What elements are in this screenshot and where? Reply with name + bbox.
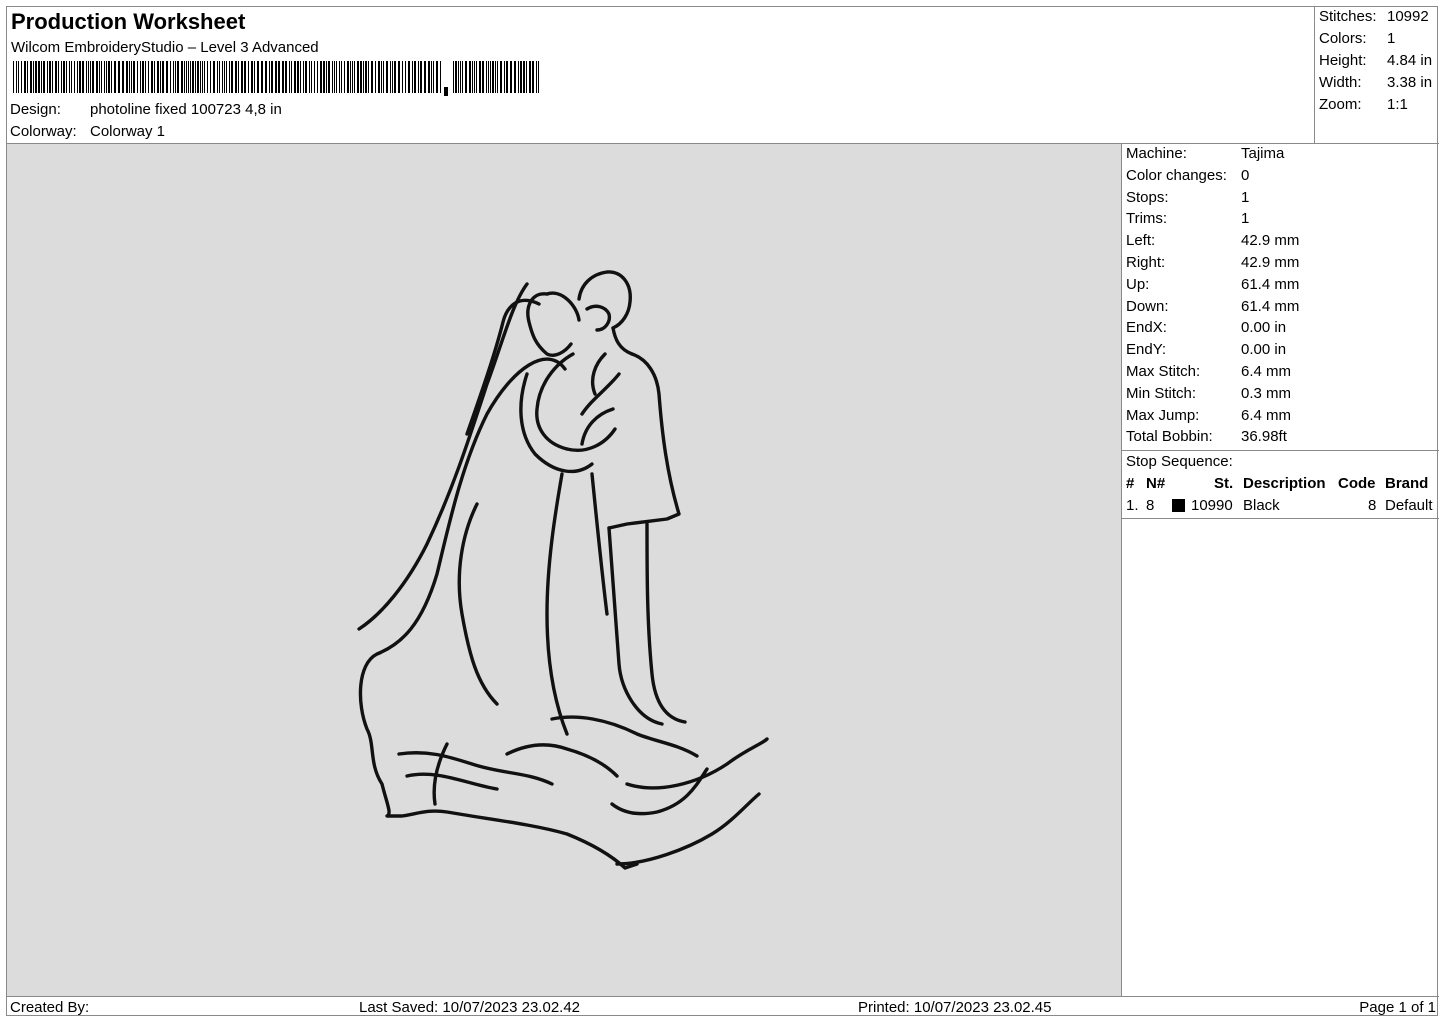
machine-info-row: Left: 42.9 mm (1126, 232, 1299, 249)
col-description: Description (1243, 475, 1326, 492)
col-needle: N# (1146, 475, 1166, 492)
info-label: Right: (1126, 254, 1166, 271)
stat-stitches: Stitches: 10992 (1319, 8, 1429, 25)
stat-height: Height: 4.84 in (1319, 52, 1432, 69)
stat-width: Width: 3.38 in (1319, 74, 1432, 91)
machine-info-row: Stops: 1 (1126, 189, 1249, 206)
info-label: Stops: (1126, 188, 1169, 206)
stat-label: Stitches: (1319, 8, 1377, 25)
divider (1122, 450, 1439, 451)
stat-label: Height: (1319, 52, 1367, 69)
info-value: 6.4 mm (1241, 406, 1292, 424)
stat-value: 4.84 in (1387, 52, 1433, 69)
page-number: Page 1 of 1 (1359, 999, 1436, 1016)
colorway-row: Colorway: Colorway 1 (10, 123, 165, 140)
machine-info-row: EndY: 0.00 in (1126, 341, 1286, 358)
info-value: 61.4 mm (1241, 275, 1300, 293)
stat-value: 3.38 in (1387, 74, 1433, 91)
row-needle: 8 (1146, 497, 1155, 514)
stat-colors: Colors: 1 (1319, 30, 1395, 47)
software-name: Wilcom EmbroideryStudio – Level 3 Advanc… (11, 39, 319, 56)
col-stitches: St. (1214, 475, 1234, 492)
design-row: Design: photoline fixed 100723 4,8 in (10, 101, 282, 118)
info-label: Total Bobbin: (1126, 428, 1213, 446)
stat-value: 1:1 (1387, 96, 1408, 113)
stat-zoom: Zoom: 1:1 (1319, 96, 1408, 113)
design-name: photoline fixed 100723 4,8 in (90, 101, 282, 118)
info-label: Machine: (1126, 145, 1187, 162)
row-brand: Default (1385, 497, 1433, 514)
info-value: 0.3 mm (1241, 384, 1292, 402)
info-value: 1 (1241, 188, 1250, 206)
info-label: Trims: (1126, 210, 1168, 228)
machine-info-panel: Machine: Tajima Color changes: 0 Stops: 1 Trim… (1122, 144, 1439, 996)
info-label: Min Stitch: (1126, 384, 1197, 402)
info-label: Left: (1126, 232, 1156, 250)
info-label: EndY: (1126, 341, 1167, 359)
info-label: Max Jump: (1126, 406, 1200, 424)
info-label: Up: (1126, 275, 1150, 293)
row-stitches: 10990 (1191, 497, 1233, 514)
embroidery-design-wedding-couple (357, 270, 769, 870)
colorway-label: Colorway: (10, 123, 77, 140)
row-num: 1. (1126, 497, 1139, 514)
machine-info-row: Trims: 1 (1126, 210, 1249, 227)
machine-info-row: Min Stitch: 0.3 mm (1126, 385, 1291, 402)
page-title: Production Worksheet (11, 9, 246, 34)
created-by: Created By: (10, 999, 90, 1016)
col-num: # (1126, 475, 1135, 492)
design-label: Design: (10, 101, 61, 118)
stop-sequence-title: Stop Sequence: (1126, 453, 1233, 470)
worksheet-header: Production Worksheet Wilcom EmbroiderySt… (7, 7, 1315, 144)
info-label: Down: (1126, 297, 1169, 315)
machine-info-row: Color changes: 0 (1126, 167, 1249, 184)
stat-label: Width: (1319, 74, 1362, 91)
info-label: EndX: (1126, 319, 1167, 337)
printed-date: Printed: 10/07/2023 23.02.45 (858, 999, 1052, 1016)
info-value: 36.98ft (1241, 428, 1287, 446)
info-label: Color changes: (1126, 166, 1227, 184)
divider (1122, 518, 1439, 519)
thread-color-swatch (1172, 499, 1185, 512)
machine-info-row: Max Jump: 6.4 mm (1126, 407, 1291, 424)
machine-info-row: EndX: 0.00 in (1126, 319, 1286, 336)
stat-value: 1 (1387, 30, 1396, 47)
col-brand: Brand (1385, 475, 1429, 492)
worksheet-footer: Created By: Last Saved: 10/07/2023 23.02… (7, 996, 1439, 1017)
info-value: 42.9 mm (1241, 232, 1300, 250)
machine-info-row: Max Stitch: 6.4 mm (1126, 363, 1291, 380)
row-code: 8 (1368, 497, 1377, 514)
design-stats: Stitches: 10992 Colors: 1 Height: 4.84 in W… (1315, 7, 1439, 144)
stat-value: 10992 (1387, 8, 1429, 25)
barcode (13, 61, 539, 96)
info-value: 6.4 mm (1241, 363, 1292, 380)
machine-info-row: Machine: Tajima (1126, 145, 1284, 162)
machine-info-row: Up: 61.4 mm (1126, 276, 1299, 293)
last-saved: Last Saved: 10/07/2023 23.02.42 (359, 999, 581, 1016)
stat-label: Zoom: (1319, 96, 1362, 113)
machine-info-row: Total Bobbin: 36.98ft (1126, 428, 1287, 445)
info-value: 0.00 in (1241, 319, 1287, 337)
info-value: 1 (1241, 210, 1250, 228)
row-description: Black (1243, 497, 1280, 514)
production-worksheet: Production Worksheet Wilcom EmbroiderySt… (6, 6, 1439, 1017)
info-value: 0 (1241, 166, 1250, 184)
machine-info-row: Right: 42.9 mm (1126, 254, 1299, 271)
info-label: Max Stitch: (1126, 363, 1201, 380)
colorway-name: Colorway 1 (90, 123, 166, 140)
design-preview (7, 144, 1122, 996)
machine-info-row: Down: 61.4 mm (1126, 298, 1299, 315)
col-code: Code (1338, 475, 1376, 492)
info-value: 61.4 mm (1241, 297, 1300, 315)
info-value: 0.00 in (1241, 341, 1287, 359)
stat-label: Colors: (1319, 30, 1367, 47)
info-value: 42.9 mm (1241, 254, 1300, 271)
info-value: Tajima (1241, 145, 1285, 162)
